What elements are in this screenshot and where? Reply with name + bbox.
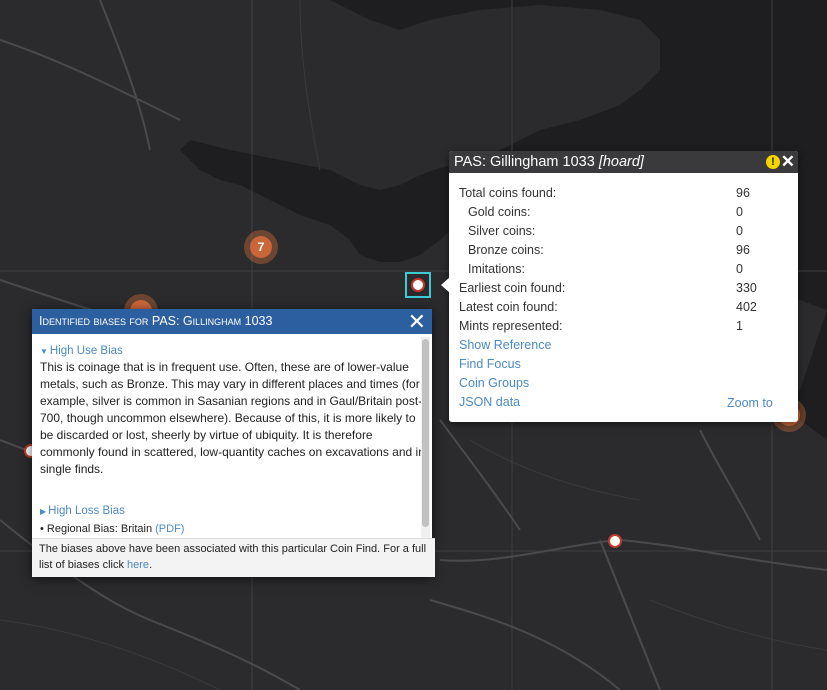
stat-row-imitations: Imitations: 0 [468, 262, 743, 276]
high-loss-bias-toggle[interactable]: ▶ High Loss Bias [40, 505, 428, 517]
coin-cluster-marker[interactable]: 7 [244, 230, 278, 264]
selected-find-marker[interactable] [405, 272, 431, 298]
stat-row-bronze: Bronze coins: 96 [468, 243, 750, 257]
find-stats: Total coins found: 96 Gold coins: 0 Silv… [449, 173, 798, 412]
close-icon[interactable]: ✕ [781, 151, 795, 173]
high-use-bias-text: This is coinage that is in frequent use.… [40, 360, 425, 476]
regional-bias-line: • Regional Bias: Britain (PDF) [40, 523, 185, 535]
stat-row-gold: Gold coins: 0 [468, 205, 743, 219]
warning-icon[interactable]: ! [766, 155, 780, 169]
gillingham-marker[interactable] [411, 278, 425, 292]
show-reference-link[interactable]: Show Reference [459, 336, 551, 355]
find-focus-link[interactable]: Find Focus [459, 355, 521, 374]
stat-row-earliest: Earliest coin found: 330 [459, 281, 757, 295]
bias-close-icon[interactable]: ✕ [408, 309, 426, 334]
stat-row-silver: Silver coins: 0 [468, 224, 743, 238]
popup-title-tag: [hoard] [598, 154, 644, 170]
stat-row-latest: Latest coin found: 402 [459, 300, 757, 314]
cluster-count: 7 [250, 236, 272, 258]
bias-dialog-title: Identified biases for PAS: Gillingham 10… [39, 314, 273, 328]
biases-list-link[interactable]: here [127, 559, 149, 571]
high-use-bias-toggle[interactable]: ▼ High Use Bias [40, 345, 428, 357]
caret-down-icon: ▼ [40, 347, 48, 356]
json-data-link[interactable]: JSON data [459, 393, 520, 412]
coin-groups-link[interactable]: Coin Groups [459, 374, 529, 393]
bias-dialog-header: Identified biases for PAS: Gillingham 10… [32, 309, 432, 334]
popup-title: PAS: Gillingham 1033 [454, 154, 599, 170]
stat-row-mints: Mints represented: 1 [459, 319, 743, 333]
stat-row-total: Total coins found: 96 [459, 186, 750, 200]
bias-dialog: Identified biases for PAS: Gillingham 10… [32, 309, 435, 577]
bias-scrollbar[interactable] [421, 337, 430, 541]
find-info-popup: PAS: Gillingham 1033 [hoard] ! ✕ Total c… [441, 151, 798, 422]
popup-header: PAS: Gillingham 1033 [hoard] ! ✕ [449, 151, 798, 173]
bias-dialog-footer: The biases above have been associated wi… [32, 538, 435, 577]
scrollbar-thumb[interactable] [422, 339, 429, 527]
regional-pdf-link[interactable]: (PDF) [155, 523, 184, 535]
caret-right-icon: ▶ [40, 507, 47, 516]
bias-dialog-body[interactable]: ▼ High Use Bias This is coinage that is i… [32, 334, 436, 541]
coin-find-marker[interactable] [608, 534, 622, 548]
popup-pointer [441, 277, 450, 293]
zoom-to-link[interactable]: Zoom to [727, 394, 773, 413]
